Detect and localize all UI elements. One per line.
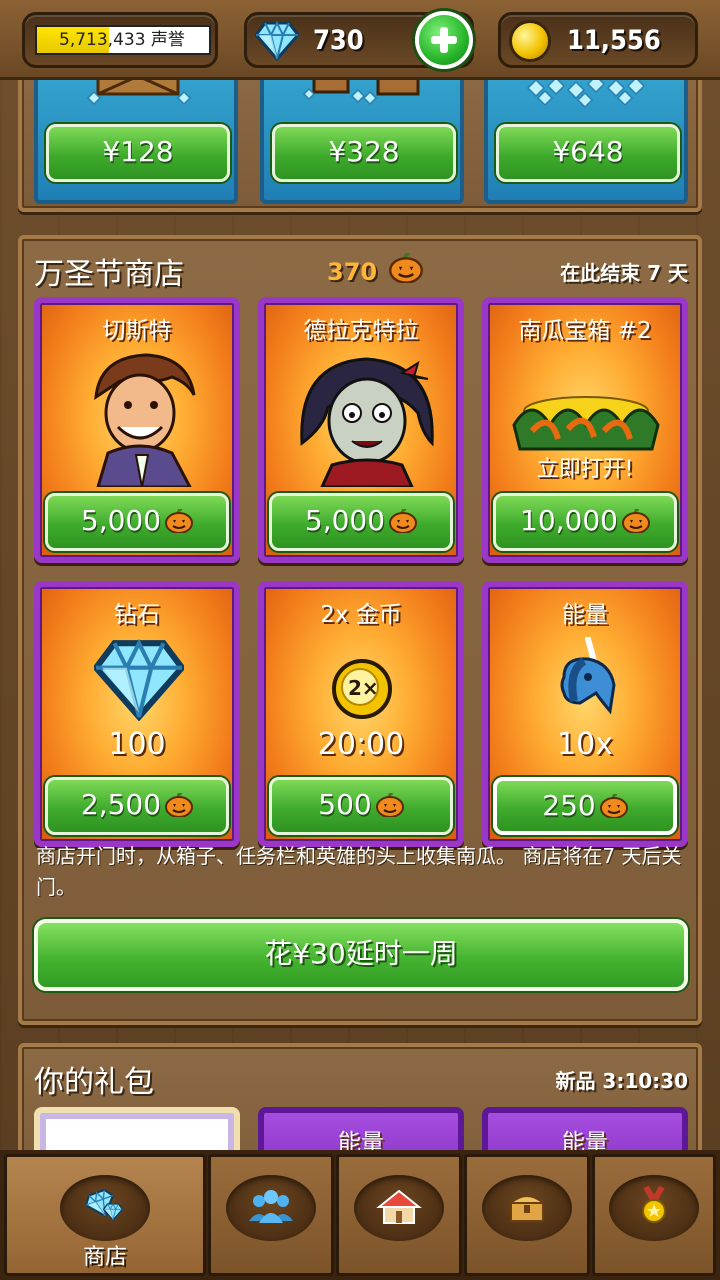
pumpkin-icon: [600, 794, 628, 818]
bundles-title: 你的礼包: [34, 1065, 154, 1100]
fame-progress-bar: 5,713,433 声誉: [35, 25, 211, 55]
achievement-medal-icon: [642, 1185, 666, 1223]
price-label: 5,000: [80, 504, 162, 537]
hero-chester-portrait: [94, 353, 196, 487]
nav-tab-achievements[interactable]: [592, 1154, 716, 1276]
fame-text: 5,713,433 声誉: [59, 30, 185, 50]
price-label: 10,000: [520, 504, 618, 537]
halloween-shop-title: 万圣节商店: [34, 257, 184, 292]
add-gems-button[interactable]: [415, 11, 473, 69]
diamond-pack-3[interactable]: ¥648: [484, 64, 688, 204]
price-label: 5,000: [304, 504, 386, 537]
2x-coin-icon: 2×: [332, 659, 392, 719]
item-title: 2x 金币: [320, 602, 402, 628]
item-value: 20:00: [317, 727, 405, 762]
item-value: 100: [108, 727, 166, 762]
open-now-label: 立即打开!: [536, 457, 634, 482]
pumpkin-icon: [389, 253, 423, 283]
diamond-pack-2[interactable]: ¥328: [260, 64, 464, 204]
coin-counter: 11,556: [498, 12, 698, 68]
price-label: 250: [542, 789, 596, 822]
nav-tab-heroes[interactable]: [208, 1154, 334, 1276]
svg-text:2×: 2×: [348, 676, 379, 700]
buy-diamond-button[interactable]: 2,500: [45, 777, 229, 835]
shop-item-pumpkin-chest[interactable]: 南瓜宝箱 #2 立即打开! 10,000: [482, 297, 688, 563]
fame-counter: 5,713,433 声誉: [22, 12, 218, 68]
pumpkin-icon: [376, 793, 404, 817]
diamond-icon: [255, 21, 299, 61]
extend-shop-button[interactable]: 花¥30延时一周: [34, 919, 688, 991]
pumpkin-balance: 370: [327, 253, 423, 286]
diamond-pack-1[interactable]: ¥128: [34, 64, 238, 204]
diamonds-icon: [82, 1186, 123, 1222]
shop-item-energy[interactable]: 能量 10x 250: [482, 581, 688, 847]
item-value: 10x: [557, 727, 613, 762]
item-title: 南瓜宝箱 #2: [518, 318, 652, 344]
coin-count: 11,556: [567, 25, 661, 56]
hero-vampire-portrait: [300, 357, 434, 487]
town-icon: [376, 1189, 422, 1224]
heroes-icon: [249, 1190, 293, 1223]
diamond-packs-panel: ¥128 ¥328 ¥648: [18, 60, 702, 212]
diamond-icon: [94, 639, 184, 721]
bundles-new-timer: 新品 3:10:30: [555, 1069, 688, 1093]
treasure-chest-icon: [508, 1195, 546, 1222]
gem-counter: 730: [244, 11, 474, 69]
item-title: 钻石: [114, 602, 160, 628]
nav-tab-chests[interactable]: [464, 1154, 590, 1276]
buy-2x-coins-button[interactable]: 500: [269, 777, 453, 835]
item-title: 德拉克特拉: [303, 318, 419, 344]
gold-coin-icon: [509, 20, 551, 62]
nav-tab-shop[interactable]: 商店: [4, 1154, 206, 1276]
nav-label: 商店: [82, 1245, 127, 1270]
pack-price-button[interactable]: ¥648: [496, 124, 680, 182]
unicorn-energy-icon: [560, 637, 616, 715]
gem-count: 730: [313, 25, 364, 56]
buy-pumpkin-chest-button[interactable]: 10,000: [493, 493, 677, 551]
buy-energy-button[interactable]: 250: [493, 777, 677, 835]
shop-item-diamond[interactable]: 钻石 100 2,500: [34, 581, 240, 847]
price-label: 500: [318, 788, 372, 821]
shop-scroll-area[interactable]: ¥128 ¥328 ¥648 万圣节商店 370 在此结束 7 天 切斯特 5,…: [0, 60, 720, 1207]
top-resource-bar: 5,713,433 声誉 730 11,556: [0, 0, 720, 80]
shop-ends-timer: 在此结束 7 天: [560, 261, 688, 285]
pumpkin-icon: [165, 793, 193, 817]
pumpkin-balance-value: 370: [327, 258, 378, 286]
shop-description: 商店开门时，从箱子、任务栏和英雄的头上收集南瓜。 商店将在7 天后关门。: [36, 844, 682, 899]
buy-vampire-button[interactable]: 5,000: [269, 493, 453, 551]
shop-item-2x-coins[interactable]: 2x 金币 2× 20:00 500: [258, 581, 464, 847]
item-title: 能量: [562, 602, 608, 628]
item-title: 切斯特: [102, 318, 172, 344]
pack-price-button[interactable]: ¥128: [46, 124, 230, 182]
bottom-navigation: 商店: [0, 1150, 720, 1280]
pumpkin-icon: [389, 509, 417, 533]
shop-item-chester[interactable]: 切斯特 5,000: [34, 297, 240, 563]
buy-chester-button[interactable]: 5,000: [45, 493, 229, 551]
pack-price-button[interactable]: ¥328: [272, 124, 456, 182]
pumpkin-icon: [622, 509, 650, 533]
nav-tab-town[interactable]: [336, 1154, 462, 1276]
shop-item-vampire[interactable]: 德拉克特拉 5,000: [258, 297, 464, 563]
pumpkin-icon: [165, 509, 193, 533]
price-label: 2,500: [80, 788, 162, 821]
halloween-shop-panel: 万圣节商店 370 在此结束 7 天 切斯特 5,000 德拉克特拉 5,000…: [18, 235, 702, 1025]
